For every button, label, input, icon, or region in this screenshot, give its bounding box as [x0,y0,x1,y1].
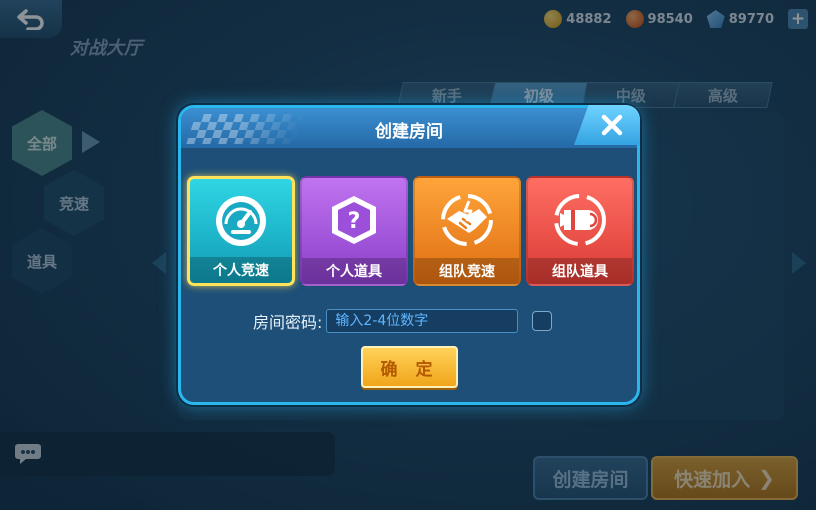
confirm-button[interactable]: 确 定 [361,346,458,388]
password-row: 房间密码: [253,309,553,333]
mode-team-race[interactable]: 组队竞速 [413,176,521,286]
missile-icon [554,194,606,246]
mode-label: 个人道具 [302,258,406,284]
password-label: 房间密码: [253,313,323,332]
speedometer-icon [216,196,266,246]
dialog-title: 创建房间 [375,122,443,142]
close-icon [601,114,623,136]
handshake-icon [441,194,493,246]
mode-label: 组队竞速 [415,258,519,284]
create-room-dialog: 创建房间 个人竞速 ? 个人道具 组队竞速 组队道具 房间密码: 输入2-4位数… [178,105,640,405]
mode-individual-race[interactable]: 个人竞速 [187,176,295,286]
dialog-header: 创建房间 [181,108,637,148]
mode-selector: 个人竞速 ? 个人道具 组队竞速 组队道具 [187,176,634,286]
mode-individual-item[interactable]: ? 个人道具 [300,176,408,286]
mode-label: 组队道具 [528,258,632,284]
mode-team-item[interactable]: 组队道具 [526,176,634,286]
mode-label: 个人竞速 [190,257,292,283]
password-toggle-checkbox[interactable] [532,311,553,331]
question-box-icon: ? [332,196,376,244]
password-input[interactable] [326,309,519,333]
svg-text:?: ? [348,209,361,234]
